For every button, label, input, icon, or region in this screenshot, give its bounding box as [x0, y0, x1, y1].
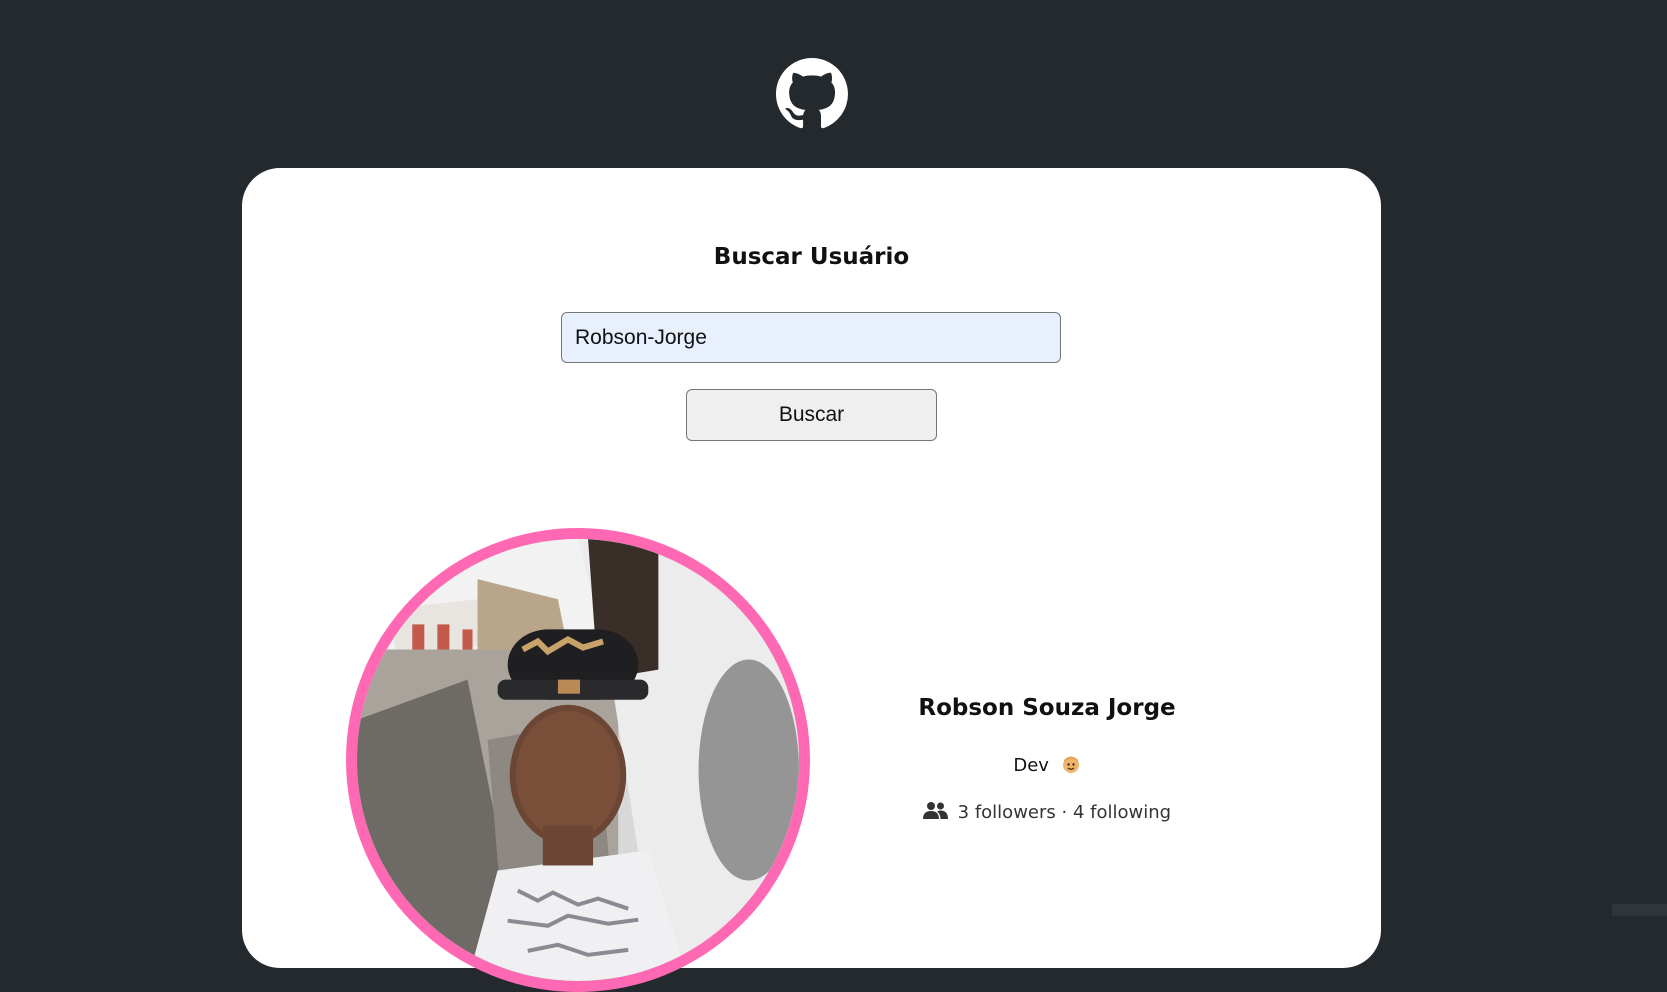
search-title: Buscar Usuário [713, 244, 910, 270]
dev-emoji-icon [1061, 754, 1081, 774]
search-button[interactable]: Buscar [686, 389, 937, 441]
people-icon [922, 801, 948, 821]
username-search-input[interactable] [561, 312, 1061, 363]
profile-name: Robson Souza Jorge [918, 695, 1176, 721]
following-count: 4 [1072, 802, 1085, 823]
following-label: following [1090, 802, 1172, 823]
corner-overlay [1612, 904, 1667, 916]
avatar-photo [357, 539, 799, 981]
stats-separator: · [1061, 802, 1068, 823]
followers-count: 3 [957, 802, 970, 823]
followers-label: followers [974, 802, 1056, 823]
search-card: Buscar Usuário Buscar [242, 168, 1381, 992]
profile-bio: Dev [882, 754, 1212, 776]
user-avatar [346, 528, 810, 992]
profile-stats: 3 followers · 4 following [882, 801, 1212, 823]
github-logo-icon [776, 58, 848, 130]
profile-bio-text: Dev [1013, 755, 1049, 776]
